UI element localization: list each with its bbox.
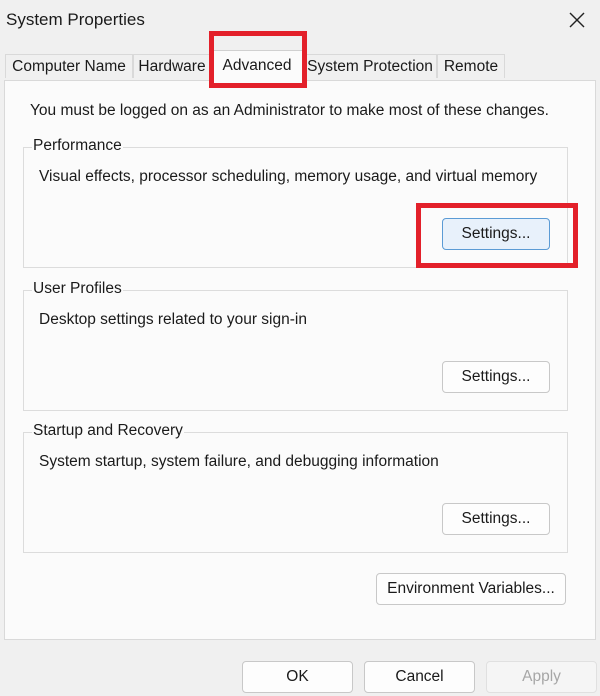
title-bar: System Properties — [0, 0, 600, 40]
tab-strip: Computer Name Hardware Advanced System P… — [5, 50, 595, 81]
close-icon — [569, 12, 585, 28]
startup-recovery-settings-button[interactable]: Settings... — [442, 503, 550, 535]
performance-settings-button[interactable]: Settings... — [442, 218, 550, 250]
admin-note: You must be logged on as an Administrato… — [30, 102, 549, 119]
environment-variables-button[interactable]: Environment Variables... — [376, 573, 566, 605]
user-profiles-description: Desktop settings related to your sign-in — [39, 311, 307, 328]
user-profiles-settings-button[interactable]: Settings... — [442, 361, 550, 393]
user-profiles-title: User Profiles — [32, 280, 123, 298]
apply-button[interactable]: Apply — [486, 661, 597, 693]
cancel-button[interactable]: Cancel — [364, 661, 475, 693]
performance-title: Performance — [32, 137, 123, 155]
startup-recovery-description: System startup, system failure, and debu… — [39, 453, 439, 470]
tab-advanced[interactable]: Advanced — [211, 50, 303, 81]
tab-computer-name[interactable]: Computer Name — [5, 54, 133, 78]
startup-recovery-title: Startup and Recovery — [32, 422, 184, 440]
tab-remote[interactable]: Remote — [437, 54, 505, 78]
close-button[interactable] — [554, 0, 600, 40]
window-title: System Properties — [6, 10, 145, 29]
performance-description: Visual effects, processor scheduling, me… — [39, 168, 538, 185]
ok-button[interactable]: OK — [242, 661, 353, 693]
tab-system-protection[interactable]: System Protection — [303, 54, 437, 78]
tab-hardware[interactable]: Hardware — [133, 54, 211, 78]
